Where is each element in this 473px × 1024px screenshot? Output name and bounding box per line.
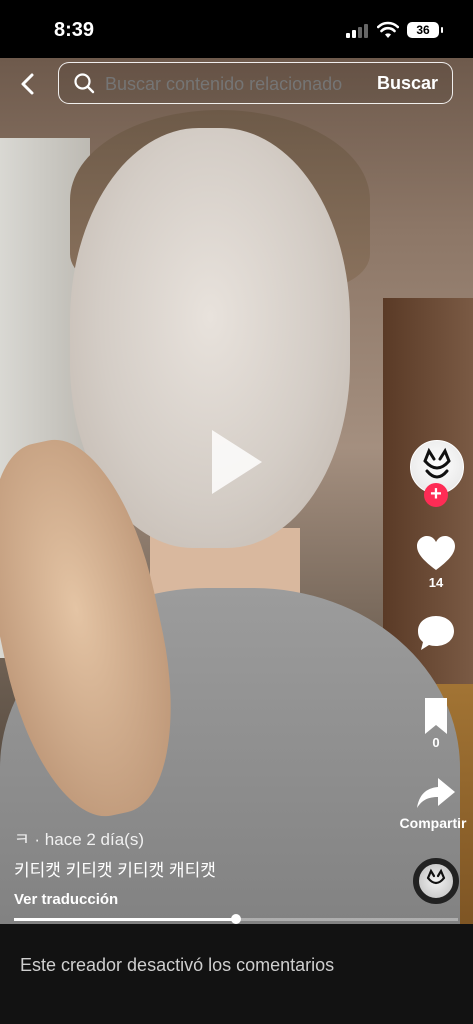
progress-knob[interactable] (231, 914, 241, 924)
search-input[interactable] (105, 72, 355, 96)
heart-icon[interactable] (414, 533, 458, 573)
comments-bar: Este creador desactivó los comentarios (0, 924, 473, 1024)
cat-sketch-icon (426, 868, 446, 885)
see-translation-link[interactable]: Ver traducción (14, 891, 118, 908)
search-button[interactable]: Buscar (377, 73, 438, 94)
video-caption: 키티캣 키티캣 키티캣 캐티캣 (14, 861, 216, 880)
save-count: 0 (432, 735, 440, 750)
status-bar: 8:39 36 (0, 0, 473, 58)
share-label[interactable]: Compartir (393, 815, 473, 831)
separator: · (34, 830, 41, 849)
video-progress-bar[interactable] (14, 914, 458, 924)
music-disc[interactable] (413, 858, 459, 904)
play-icon[interactable] (212, 430, 262, 494)
author-name[interactable]: ㅋ (14, 830, 30, 849)
back-button[interactable] (14, 68, 42, 100)
wifi-icon (377, 21, 399, 38)
share-icon[interactable] (414, 774, 458, 814)
chevron-left-icon (21, 73, 34, 95)
author-line: ㅋ · hace 2 día(s) (14, 825, 144, 850)
battery-indicator: 36 (407, 22, 443, 38)
comment-icon[interactable] (414, 613, 458, 653)
follow-plus-button[interactable]: + (424, 483, 448, 507)
like-count: 14 (428, 575, 444, 590)
search-icon (74, 73, 95, 94)
status-time: 8:39 (54, 19, 95, 41)
search-bar[interactable]: Buscar (58, 62, 453, 104)
progress-fill (14, 918, 236, 921)
cellular-signal-icon (346, 24, 370, 38)
comments-disabled-text: Este creador desactivó los comentarios (20, 955, 335, 975)
bookmark-icon[interactable] (414, 696, 458, 736)
post-time: hace 2 día(s) (44, 830, 145, 849)
